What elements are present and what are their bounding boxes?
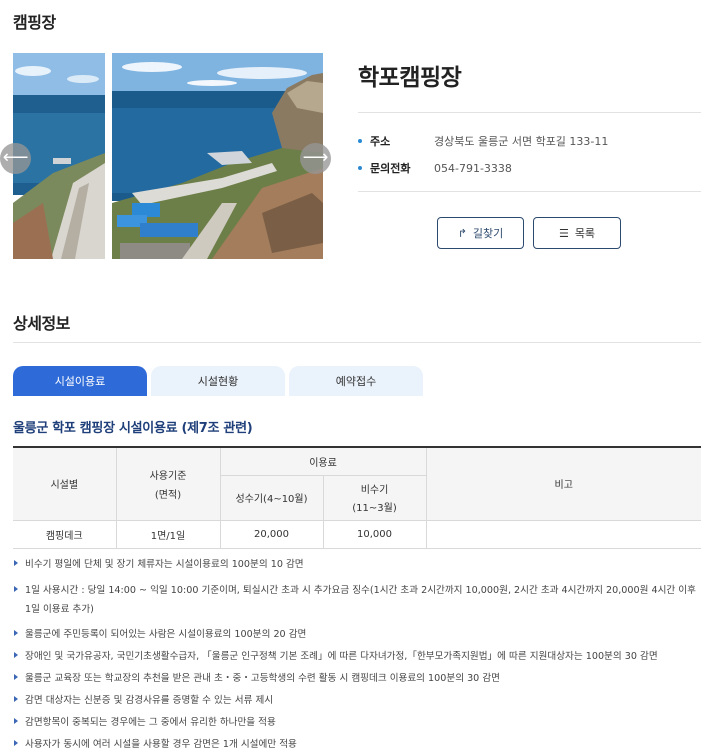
table-row: 캠핑데크 1면/1일 20,000 10,000 xyxy=(13,519,701,549)
phone-value[interactable]: 054-791-3338 xyxy=(434,162,512,175)
header-note: 비고 xyxy=(425,446,701,521)
directions-button-label: 길찾기 xyxy=(472,227,504,240)
divider xyxy=(358,112,701,113)
share-arrow-icon: ↱ xyxy=(457,226,467,240)
header-facility: 시설별 xyxy=(13,446,117,521)
fee-notes: 비수기 평일에 단체 및 장기 체류자는 시설이용료의 100분의 10 감면 … xyxy=(13,556,703,752)
list-button-label: 목록 xyxy=(574,227,596,240)
cell-usage: 1면/1일 xyxy=(115,519,221,549)
header-offpeak: 비수기 (11~3월) xyxy=(322,474,426,521)
list-item: 울릉군 교육장 또는 학교장의 추천을 받은 관내 초・중・고등학생의 수련 활… xyxy=(13,668,703,690)
address-value: 경상북도 울릉군 서면 학포길 133-11 xyxy=(434,135,609,148)
note-text: 감면항목이 중복되는 경우에는 그 중에서 유리한 하나만을 적용 xyxy=(25,717,276,728)
cell-note xyxy=(425,519,701,549)
note-text: 울릉군에 주민등록이 되어있는 사람은 시설이용료의 100분의 20 감면 xyxy=(25,629,307,640)
note-text: 감면 대상자는 신분증 및 감경사유를 증명할 수 있는 서류 제시 xyxy=(25,695,274,706)
section-title: 캠핑장 xyxy=(13,13,56,32)
header-offpeak-line1: 비수기 xyxy=(360,485,389,496)
place-name: 학포캠핑장 xyxy=(358,65,462,91)
menu-icon: ☰ xyxy=(558,226,569,240)
list-item: 감면항목이 중복되는 경우에는 그 중에서 유리한 하나만을 적용 xyxy=(13,712,703,734)
note-text: 울릉군 교육장 또는 학교장의 추천을 받은 관내 초・중・고등학생의 수련 활… xyxy=(25,673,500,684)
note-text: 비수기 평일에 단체 및 장기 체류자는 시설이용료의 100분의 10 감면 xyxy=(25,559,304,570)
fee-table: 시설별 사용기준 (면적) 이용료 비고 성수기(4~10월) 비수기 (11~… xyxy=(13,446,701,549)
triangle-bullet-icon xyxy=(14,674,18,680)
triangle-bullet-icon xyxy=(14,740,18,746)
triangle-bullet-icon xyxy=(14,560,18,566)
triangle-bullet-icon xyxy=(14,630,18,636)
tab-facility-status[interactable]: 시설현황 xyxy=(151,366,285,396)
triangle-bullet-icon xyxy=(14,696,18,702)
photo-gallery[interactable]: ⟵ ⟶ xyxy=(0,53,331,259)
table-title: 울릉군 학포 캠핑장 시설이용료 (제7조 관련) xyxy=(13,421,253,436)
triangle-bullet-icon xyxy=(14,718,18,724)
list-item: 1일 사용시간 : 당일 14:00 ~ 익일 10:00 기준이며, 퇴실시간… xyxy=(13,578,703,620)
bullet-icon xyxy=(358,139,362,143)
list-item: 비수기 평일에 단체 및 장기 체류자는 시설이용료의 100분의 10 감면 xyxy=(13,556,703,578)
divider xyxy=(13,342,701,343)
list-item: 울릉군에 주민등록이 되어있는 사람은 시설이용료의 100분의 20 감면 xyxy=(13,620,703,646)
tab-facility-fee[interactable]: 시설이용료 xyxy=(13,366,147,396)
chevron-left-icon[interactable]: ⟵ xyxy=(0,143,31,174)
divider xyxy=(358,191,701,192)
info-phone: 문의전화 054-791-3338 xyxy=(358,160,512,176)
triangle-bullet-icon xyxy=(14,652,18,658)
cell-facility: 캠핑데크 xyxy=(13,519,117,549)
header-usage: 사용기준 (면적) xyxy=(115,446,221,521)
list-item: 장애인 및 국가유공자, 국민기초생활수급자, 「울릉군 인구정책 기본 조례」… xyxy=(13,646,703,668)
note-text-continued: 1일 이용료 추가) xyxy=(25,604,94,615)
tab-reservation[interactable]: 예약접수 xyxy=(289,366,423,396)
header-peak: 성수기(4~10월) xyxy=(220,474,324,521)
directions-button[interactable]: ↱ 길찾기 xyxy=(437,217,524,249)
info-label: 주소 xyxy=(370,135,391,148)
note-text: 장애인 및 국가유공자, 국민기초생활수급자, 「울릉군 인구정책 기본 조례」… xyxy=(25,651,658,662)
note-text: 사용자가 동시에 여러 시설을 사용할 경우 감면은 1개 시설에만 적용 xyxy=(25,739,297,750)
bullet-icon xyxy=(358,166,362,170)
header-usage-line2: (면적) xyxy=(154,489,182,501)
info-label: 문의전화 xyxy=(370,162,411,175)
header-offpeak-line2: (11~3월) xyxy=(352,503,397,514)
info-address: 주소 경상북도 울릉군 서면 학포길 133-11 xyxy=(358,133,608,149)
note-text: 1일 사용시간 : 당일 14:00 ~ 익일 10:00 기준이며, 퇴실시간… xyxy=(25,585,696,596)
list-item: 사용자가 동시에 여러 시설을 사용할 경우 감면은 1개 시설에만 적용 xyxy=(13,734,703,752)
header-fee: 이용료 xyxy=(219,446,427,476)
chevron-right-icon[interactable]: ⟶ xyxy=(300,143,331,174)
cell-peak: 20,000 xyxy=(219,519,324,549)
cell-offpeak: 10,000 xyxy=(322,519,427,549)
gallery-photo-current[interactable] xyxy=(112,53,323,259)
list-button[interactable]: ☰ 목록 xyxy=(533,217,621,249)
detail-title: 상세정보 xyxy=(13,314,70,333)
header-usage-line1: 사용기준 xyxy=(149,470,187,482)
triangle-bullet-icon xyxy=(14,586,18,592)
list-item: 감면 대상자는 신분증 및 감경사유를 증명할 수 있는 서류 제시 xyxy=(13,690,703,712)
